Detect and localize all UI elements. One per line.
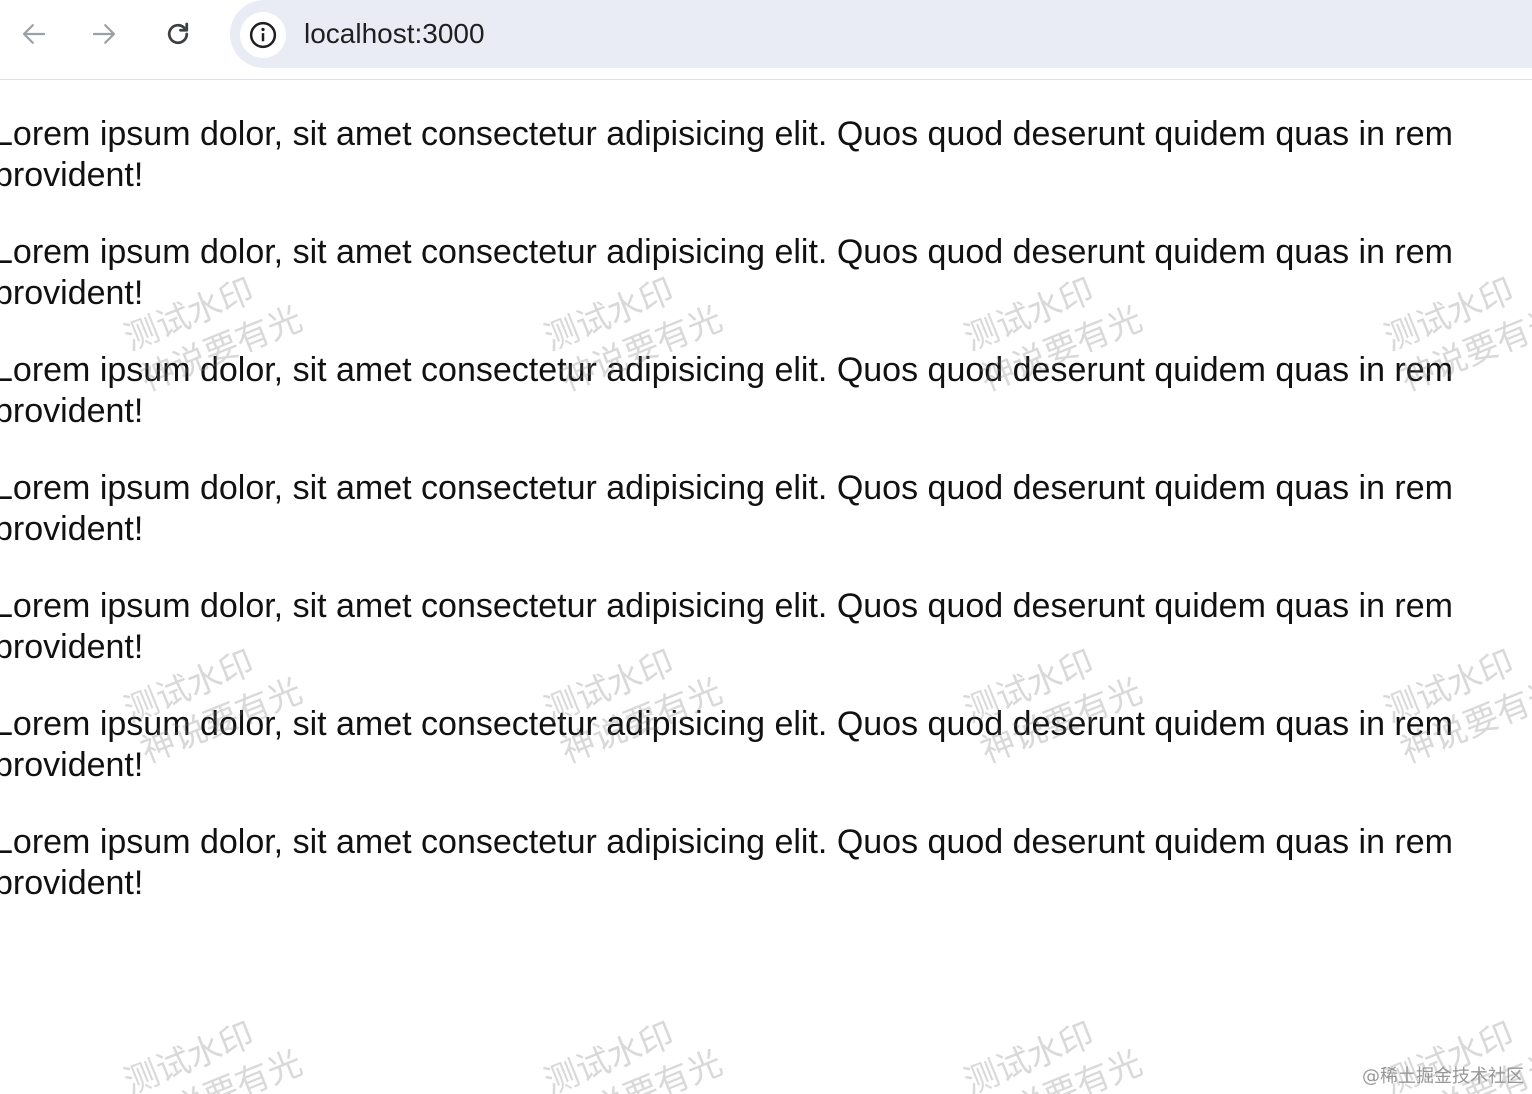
paragraph: Lorem ipsum dolor, sit amet consectetur … [0,350,1532,432]
address-bar[interactable]: localhost:3000 [230,0,1532,68]
watermark: 测试水印 神说要有光 [958,1000,1149,1094]
paragraph: Lorem ipsum dolor, sit amet consectetur … [0,232,1532,314]
source-credit: @稀土掘金技术社区 [1362,1066,1524,1087]
paragraph-line: Lorem ipsum dolor, sit amet consectetur … [0,351,1453,389]
paragraph-line: provident! [0,510,144,548]
paragraph-line: Lorem ipsum dolor, sit amet consectetur … [0,587,1453,625]
paragraph-line: provident! [0,864,144,902]
back-button[interactable] [14,14,54,54]
reload-button[interactable] [158,14,198,54]
watermark-line: 神说要有光 [975,1042,1148,1094]
watermark: 测试水印 神说要有光 [118,1000,309,1094]
paragraph: Lorem ipsum dolor, sit amet consectetur … [0,114,1532,196]
site-info-button[interactable] [240,12,286,58]
paragraph-line: Lorem ipsum dolor, sit amet consectetur … [0,233,1453,271]
url-text[interactable]: localhost:3000 [304,17,485,51]
info-icon [249,21,277,49]
paragraph-line: provident! [0,746,144,784]
paragraph: Lorem ipsum dolor, sit amet consectetur … [0,704,1532,786]
watermark-line: 测试水印 [118,1014,260,1094]
reload-icon [167,22,189,45]
watermark-line: 神说要有光 [555,1042,728,1094]
paragraph-line: provident! [0,156,144,194]
paragraph-line: Lorem ipsum dolor, sit amet consectetur … [0,115,1453,153]
paragraph: Lorem ipsum dolor, sit amet consectetur … [0,822,1532,904]
paragraph: Lorem ipsum dolor, sit amet consectetur … [0,586,1532,668]
paragraph: Lorem ipsum dolor, sit amet consectetur … [0,468,1532,550]
forward-button[interactable] [84,14,124,54]
paragraph-line: Lorem ipsum dolor, sit amet consectetur … [0,705,1453,743]
watermark-line: 测试水印 [958,1014,1100,1094]
paragraph-line: provident! [0,628,144,666]
watermark: 测试水印 神说要有光 [538,1000,729,1094]
paragraph-line: provident! [0,392,144,430]
paragraph-line: provident! [0,274,144,312]
watermark-line: 神说要有光 [135,1042,308,1094]
arrow-left-icon [22,24,46,44]
arrow-right-icon [92,24,116,44]
paragraph-line: Lorem ipsum dolor, sit amet consectetur … [0,469,1453,507]
page-content: Lorem ipsum dolor, sit amet consectetur … [0,114,1532,940]
browser-toolbar: localhost:3000 [0,0,1532,80]
paragraph-line: Lorem ipsum dolor, sit amet consectetur … [0,823,1453,861]
watermark-line: 测试水印 [538,1014,680,1094]
